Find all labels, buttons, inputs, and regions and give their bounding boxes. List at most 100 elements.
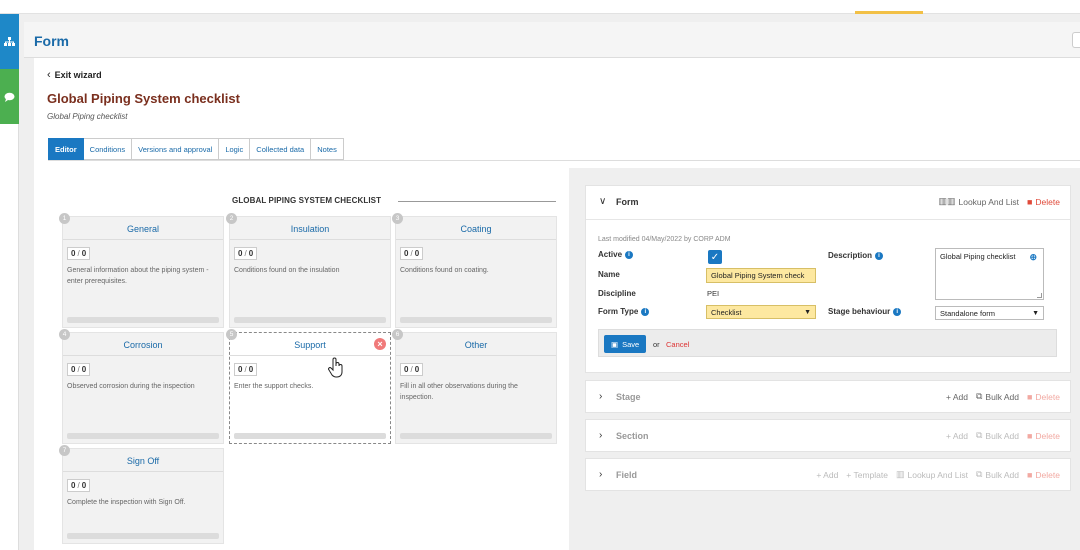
remove-stage-icon[interactable]: ×	[374, 338, 386, 350]
lookup-and-list-button[interactable]: ▥ Lookup And List	[896, 469, 968, 480]
form-section-header[interactable]: ∨ Form ▥▥ Lookup And List ■ Delete	[586, 186, 1070, 220]
tab-editor[interactable]: Editor	[48, 138, 84, 160]
field-section-header[interactable]: › Field + Add + Template ▥ Lookup And Lis…	[586, 459, 1070, 491]
trash-icon: ■	[1026, 391, 1033, 402]
stage-description: Conditions found on the insulation	[234, 267, 340, 274]
add-field-button[interactable]: + Add	[816, 470, 838, 480]
form-section-title: Form	[616, 197, 639, 207]
bulk-add-icon: ⧉	[975, 430, 983, 440]
checkmark-icon: ✓	[710, 251, 720, 263]
chevron-right-icon: ›	[599, 430, 603, 441]
stage-description: Observed corrosion during the inspection	[67, 383, 195, 390]
chevron-right-icon: ›	[599, 469, 603, 480]
stage-description: Enter the support checks.	[234, 383, 314, 390]
info-icon: i	[875, 251, 884, 260]
stage-card-corrosion[interactable]: 4 Corrosion 0/0 Observed corrosion durin…	[59, 329, 224, 444]
add-template-button[interactable]: + Template	[846, 470, 888, 480]
or-text: or	[653, 340, 660, 349]
tab-logic[interactable]: Logic	[219, 138, 251, 160]
info-icon: i	[625, 250, 634, 259]
stage-behaviour-label: Stage behaviour i	[828, 307, 902, 316]
stage-title: Sign Off	[126, 456, 160, 466]
delete-field-button[interactable]: ■ Delete	[1027, 470, 1060, 480]
exit-wizard-link[interactable]: ‹ Exit wizard	[47, 69, 102, 81]
active-label: Active i	[598, 250, 634, 259]
stage-progress-bar	[234, 317, 386, 323]
stage-progress-count: 0/0	[67, 247, 91, 260]
chevron-down-icon: ▼	[1032, 309, 1039, 317]
name-input[interactable]: Global Piping System check	[706, 268, 816, 283]
stage-card-general[interactable]: 1 General 0/0 General information about …	[59, 213, 224, 328]
bulk-add-section-button[interactable]: ⧉ Bulk Add	[976, 430, 1019, 441]
stage-card-support[interactable]: 5 Support × 0/0 Enter the support checks…	[226, 329, 391, 444]
add-stage-button[interactable]: + Add	[946, 392, 968, 402]
description-label: Description i	[828, 251, 884, 260]
tab-versions-and-approval[interactable]: Versions and approval	[132, 138, 220, 160]
section-section: › Section + Add ⧉ Bulk Add ■ Delete	[585, 419, 1071, 452]
chevron-left-icon: ‹	[47, 69, 51, 81]
field-section-title: Field	[616, 470, 638, 480]
columns-icon: ▥	[895, 469, 905, 479]
tab-divider	[48, 160, 1080, 161]
stage-progress-count: 0/0	[400, 363, 424, 376]
description-textarea[interactable]: Global Piping checklist ⊕	[935, 248, 1044, 300]
stage-description: Complete the inspection with Sign Off.	[67, 499, 186, 506]
stage-card-other[interactable]: 6 Other 0/0 Fill in all other observatio…	[392, 329, 557, 444]
add-section-button[interactable]: + Add	[946, 431, 968, 441]
stage-number: 6	[392, 329, 403, 340]
trash-icon: ■	[1026, 196, 1033, 207]
bulk-add-icon: ⧉	[975, 391, 983, 401]
tab-collected-data[interactable]: Collected data	[250, 138, 312, 160]
panel-toggle[interactable]	[1072, 32, 1080, 48]
chat-rail-button[interactable]	[0, 69, 19, 124]
trash-icon: ■	[1026, 469, 1033, 480]
active-checkbox[interactable]: ✓	[708, 250, 722, 264]
columns-icon: ▥▥	[938, 196, 956, 206]
delete-form-button[interactable]: ■ Delete	[1027, 197, 1060, 207]
tab-conditions[interactable]: Conditions	[83, 138, 133, 160]
stage-card-insulation[interactable]: 2 Insulation 0/0 Conditions found on the…	[226, 213, 391, 328]
hierarchy-rail-button[interactable]	[0, 14, 19, 69]
tab-notes[interactable]: Notes	[311, 138, 344, 160]
stage-behaviour-select[interactable]: Standalone form ▼	[935, 306, 1044, 320]
stage-title: Coating	[460, 224, 492, 234]
stage-progress-bar	[67, 533, 219, 539]
bulk-add-stage-button[interactable]: ⧉ Bulk Add	[976, 391, 1019, 402]
stage-progress-bar	[234, 433, 386, 439]
stage-card-coating[interactable]: 3 Coating 0/0 Conditions found on coatin…	[392, 213, 557, 328]
form-title: Global Piping System checklist	[47, 91, 240, 106]
section-section-title: Section	[616, 431, 649, 441]
top-bar	[0, 0, 1080, 14]
bulk-add-icon: ⧉	[975, 469, 983, 479]
stage-description: Fill in all other observations during th…	[400, 383, 518, 401]
name-label: Name	[598, 270, 620, 279]
stage-progress-count: 0/0	[67, 363, 91, 376]
lookup-and-list-button[interactable]: ▥▥ Lookup And List	[938, 196, 1019, 207]
chevron-down-icon: ▼	[804, 308, 811, 316]
form-type-select[interactable]: Checklist ▼	[706, 305, 816, 319]
resize-handle[interactable]	[1037, 293, 1042, 298]
active-tab-indicator	[855, 11, 923, 14]
zoom-icon[interactable]: ⊕	[1029, 252, 1037, 263]
stage-card-sign-off[interactable]: 7 Sign Off 0/0 Complete the inspection w…	[59, 445, 224, 544]
form-section: ∨ Form ▥▥ Lookup And List ■ Delete Last mo…	[585, 185, 1071, 373]
stage-number: 7	[59, 445, 70, 456]
stage-progress-bar	[67, 317, 219, 323]
stage-section: › Stage + Add ⧉ Bulk Add ■ Delete	[585, 380, 1071, 413]
stage-progress-count: 0/0	[234, 363, 258, 376]
stage-number: 3	[392, 213, 403, 224]
hand-cursor-icon	[328, 357, 343, 378]
form-type-label: Form Type i	[598, 307, 650, 316]
discipline-label: Discipline	[598, 289, 636, 298]
stage-progress-count: 0/0	[400, 247, 424, 260]
section-section-header[interactable]: › Section + Add ⧉ Bulk Add ■ Delete	[586, 420, 1070, 452]
delete-section-button[interactable]: ■ Delete	[1027, 431, 1060, 441]
bulk-add-field-button[interactable]: ⧉ Bulk Add	[976, 469, 1019, 480]
stage-section-header[interactable]: › Stage + Add ⧉ Bulk Add ■ Delete	[586, 381, 1070, 413]
stage-description: Conditions found on coating.	[400, 267, 489, 274]
chevron-right-icon: ›	[599, 391, 603, 402]
delete-stage-button[interactable]: ■ Delete	[1027, 392, 1060, 402]
cancel-link[interactable]: Cancel	[666, 340, 689, 349]
stage-progress-bar	[67, 433, 219, 439]
save-button[interactable]: ▣ Save	[604, 335, 647, 353]
